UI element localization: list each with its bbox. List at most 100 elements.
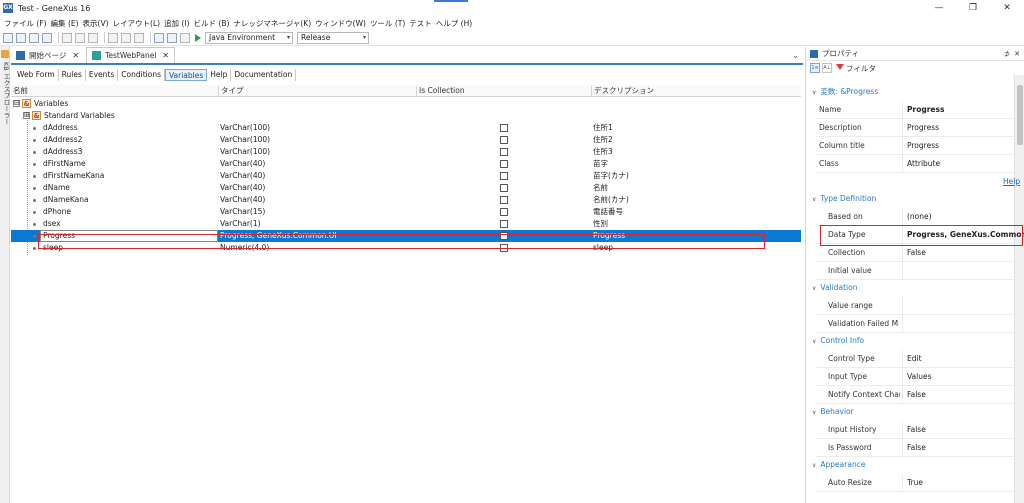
refresh-icon[interactable] [134, 32, 144, 43]
close-icon[interactable]: ✕ [162, 51, 169, 60]
is-collection-checkbox[interactable] [500, 184, 508, 192]
tab-events[interactable]: Events [86, 69, 119, 81]
menu-edit[interactable]: 編集 (E) [51, 18, 79, 29]
property-is-password[interactable]: Is Password False [816, 439, 1014, 457]
redo-icon[interactable] [121, 32, 131, 43]
tab-web-form[interactable]: Web Form [14, 69, 59, 81]
variable-row[interactable]: dPhone VarChar(15) 電話番号 [11, 206, 801, 218]
variable-description[interactable]: 住所1 [593, 122, 613, 134]
is-collection-checkbox[interactable] [500, 220, 508, 228]
property-notify-context-change[interactable]: Notify Context Char False [816, 386, 1014, 404]
property-value[interactable]: False [902, 244, 926, 262]
variable-description[interactable]: 性別 [593, 218, 608, 230]
tab-testwebpanel[interactable]: TestWebPanel ✕ [86, 47, 176, 63]
variable-description[interactable]: 名前 [593, 182, 608, 194]
run-icon[interactable] [195, 33, 201, 42]
menu-file[interactable]: ファイル (F) [4, 18, 47, 29]
property-validation-failed-message[interactable]: Validation Failed M [816, 315, 1014, 333]
property-value[interactable]: Values [902, 368, 932, 386]
is-collection-checkbox[interactable] [500, 196, 508, 204]
variable-name[interactable]: dPhone [43, 206, 71, 218]
variable-name[interactable]: dAddress2 [43, 134, 82, 146]
variable-row[interactable]: dName VarChar(40) 名前 [11, 182, 801, 194]
properties-scrollbar[interactable] [1014, 75, 1024, 503]
section-validation[interactable]: ∨ Validation [812, 282, 857, 294]
column-header-type[interactable]: タイプ [218, 86, 416, 96]
categorized-sort-icon[interactable]: 1≡ [810, 63, 820, 73]
is-collection-checkbox[interactable] [500, 172, 508, 180]
close-icon[interactable]: ✕ [1014, 50, 1020, 58]
variable-row[interactable]: dAddress2 VarChar(100) 住所2 [11, 134, 801, 146]
section-control-info[interactable]: ∨ Control Info [812, 335, 864, 347]
property-based-on[interactable]: Based on (none) [816, 208, 1014, 226]
menu-window[interactable]: ウィンドウ(W) [315, 18, 366, 29]
property-name[interactable]: Name Progress [816, 101, 1014, 119]
is-collection-checkbox[interactable] [500, 208, 508, 216]
property-value[interactable] [902, 297, 907, 315]
property-auto-resize[interactable]: Auto Resize True [816, 474, 1014, 492]
variable-row[interactable]: dFirstNameKana VarChar(40) 苗字(カナ) [11, 170, 801, 182]
variable-row[interactable]: dAddress3 VarChar(100) 住所3 [11, 146, 801, 158]
property-description[interactable]: Description Progress [816, 119, 1014, 137]
section-behavior[interactable]: ∨ Behavior [812, 406, 854, 418]
menu-build[interactable]: ビルド (B) [194, 18, 230, 29]
undo-icon[interactable] [108, 32, 118, 43]
configuration-select[interactable]: Release ▾ [297, 31, 369, 44]
pin-icon[interactable]: ⊅ [1004, 50, 1010, 58]
paste-icon[interactable] [88, 32, 98, 43]
tab-help[interactable]: Help [207, 69, 232, 81]
variable-type[interactable]: VarChar(100) [220, 134, 270, 146]
property-value[interactable] [902, 315, 907, 333]
property-value[interactable]: Progress [902, 137, 939, 155]
environment-select[interactable]: Java Environment ▾ [205, 31, 293, 44]
property-control-type[interactable]: Control Type Edit [816, 350, 1014, 368]
variable-row[interactable]: dNameKana VarChar(40) 名前(カナ) [11, 194, 801, 206]
variable-type[interactable]: VarChar(40) [220, 182, 265, 194]
variable-type[interactable]: VarChar(40) [220, 158, 265, 170]
menu-test[interactable]: テスト [409, 18, 432, 29]
is-collection-checkbox[interactable] [500, 160, 508, 168]
menu-knowledge-manager[interactable]: ナレッジマネージャ(K) [233, 18, 311, 29]
variable-row[interactable]: dsex VarChar(1) 性別 [11, 218, 801, 230]
expand-icon[interactable]: ⊞ [23, 112, 30, 119]
variable-description[interactable]: 住所2 [593, 134, 613, 146]
help-link[interactable]: Help [1003, 177, 1020, 186]
variable-name[interactable]: dFirstName [43, 158, 86, 170]
tab-conditions[interactable]: Conditions [118, 69, 165, 81]
property-value[interactable]: False [902, 439, 926, 457]
property-input-type[interactable]: Input Type Values [816, 368, 1014, 386]
save-icon[interactable] [29, 32, 39, 43]
filter-label[interactable]: フィルタ [846, 63, 876, 74]
menu-tools[interactable]: ツール (T) [370, 18, 405, 29]
kb-explorer-strip[interactable]: KB エクスプローラー [0, 46, 10, 503]
property-value[interactable]: Edit [902, 350, 922, 368]
variable-type[interactable]: VarChar(100) [220, 146, 270, 158]
variable-type[interactable]: VarChar(40) [220, 170, 265, 182]
cut-icon[interactable] [62, 32, 72, 43]
property-collection[interactable]: Collection False [816, 244, 1014, 262]
build-icon[interactable] [154, 32, 164, 43]
property-class[interactable]: Class Attribute [816, 155, 1014, 173]
variable-name[interactable]: dAddress3 [43, 146, 82, 158]
restore-button[interactable]: ❐ [956, 0, 990, 16]
property-value[interactable]: (none) [902, 208, 932, 226]
column-header-is-collection[interactable]: Is Collection [416, 86, 591, 96]
property-initial-value[interactable]: Initial value [816, 262, 1014, 280]
variable-type[interactable]: VarChar(15) [220, 206, 265, 218]
variable-description[interactable]: 住所3 [593, 146, 613, 158]
section-variable[interactable]: ∨ 変数: &Progress [812, 86, 878, 98]
menu-view[interactable]: 表示(V) [83, 18, 109, 29]
property-value[interactable]: Progress [902, 101, 944, 119]
menu-help[interactable]: ヘルプ (H) [436, 18, 472, 29]
tree-node-standard-variables[interactable]: ⊞ & Standard Variables [11, 110, 801, 122]
variable-name[interactable]: dsex [43, 218, 61, 230]
rebuild-icon[interactable] [167, 32, 177, 43]
column-header-name[interactable]: 名前 [11, 86, 217, 96]
is-collection-checkbox[interactable] [500, 124, 508, 132]
variable-name[interactable]: dAddress [43, 122, 78, 134]
menu-layout[interactable]: レイアウト(L) [113, 18, 161, 29]
variable-description[interactable]: 電話番号 [593, 206, 623, 218]
property-value[interactable]: Attribute [902, 155, 940, 173]
copy-icon[interactable] [75, 32, 85, 43]
property-value[interactable] [902, 262, 907, 280]
